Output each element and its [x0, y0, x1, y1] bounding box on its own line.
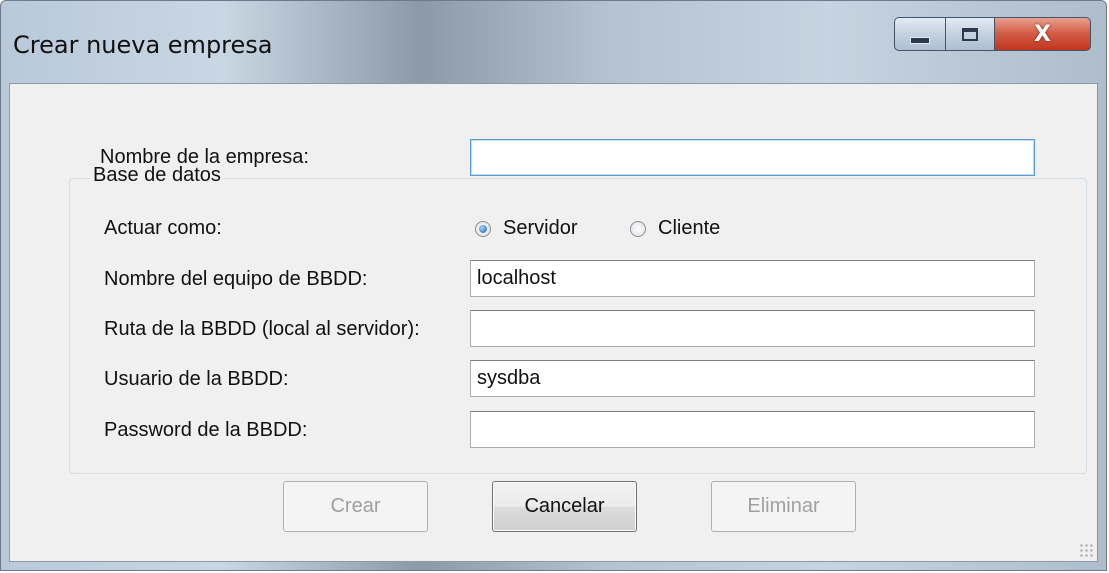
database-group-title: Base de datos	[90, 164, 224, 187]
maximize-icon	[962, 27, 978, 41]
user-input[interactable]	[470, 360, 1035, 397]
close-icon: X	[1034, 21, 1051, 47]
dialog-window: Crear nueva empresa X Nombre de la empre…	[0, 0, 1107, 571]
path-label: Ruta de la BBDD (local al servidor):	[104, 318, 420, 340]
path-input[interactable]	[470, 310, 1035, 347]
minimize-icon	[910, 36, 930, 44]
maximize-button[interactable]	[945, 17, 995, 51]
password-label: Password de la BBDD:	[104, 419, 308, 441]
user-label: Usuario de la BBDD:	[104, 368, 289, 390]
role-label: Actuar como:	[104, 217, 222, 239]
radio-unselected-icon	[630, 220, 646, 237]
password-input[interactable]	[470, 411, 1035, 448]
radio-cliente[interactable]: Cliente	[630, 217, 720, 240]
resize-grip-icon[interactable]	[1079, 543, 1093, 557]
dialog-body: Nombre de la empresa: Base de datos Actu…	[9, 83, 1098, 562]
radio-cliente-label: Cliente	[658, 217, 721, 239]
radio-selected-icon	[475, 220, 491, 237]
company-name-input[interactable]	[470, 139, 1035, 176]
delete-button[interactable]: Eliminar	[711, 481, 856, 532]
radio-servidor[interactable]: Servidor	[475, 217, 577, 240]
host-label: Nombre del equipo de BBDD:	[104, 268, 368, 290]
minimize-button[interactable]	[894, 17, 946, 51]
title-bar[interactable]: Crear nueva empresa X	[1, 1, 1106, 83]
window-title: Crear nueva empresa	[13, 31, 273, 59]
host-input[interactable]	[470, 260, 1035, 297]
create-button[interactable]: Crear	[283, 481, 428, 532]
radio-servidor-label: Servidor	[503, 217, 578, 239]
close-button[interactable]: X	[994, 17, 1091, 51]
cancel-button[interactable]: Cancelar	[492, 481, 637, 532]
